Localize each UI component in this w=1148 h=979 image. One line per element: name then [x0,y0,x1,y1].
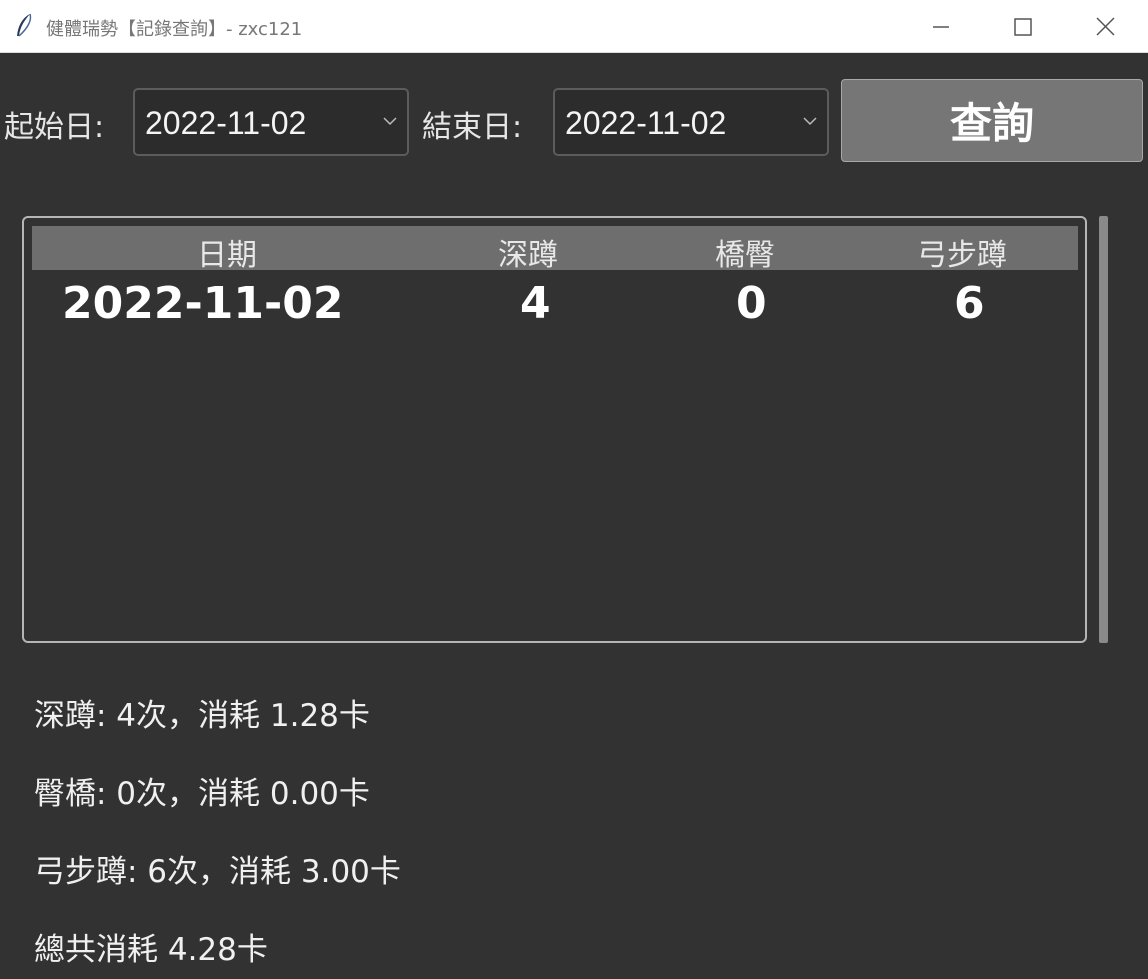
table-header: 日期 深蹲 橋臀 弓步蹲 [32,226,1078,273]
table-scrollbar[interactable] [1099,216,1108,643]
chevron-down-icon[interactable] [803,116,817,126]
title-bar: 健體瑞勢【記錄查詢】- zxc121 [0,0,1148,53]
query-button[interactable]: 查詢 [841,79,1143,162]
column-header-lunge[interactable]: 弓步蹲 [917,230,1007,274]
column-header-glute-bridge[interactable]: 橋臀 [715,230,775,274]
cell-glute-bridge: 0 [736,278,767,329]
cell-date: 2022-11-02 [62,278,344,329]
summary-glute-bridge: 臀橋: 0次，消耗 0.00卡 [34,776,370,812]
cell-lunge: 6 [954,278,985,329]
end-date-label: 結束日: [422,110,523,145]
window-title: 健體瑞勢【記錄查詢】- zxc121 [46,19,303,40]
column-header-squat[interactable]: 深蹲 [498,230,558,274]
records-table[interactable]: 日期 深蹲 橋臀 弓步蹲 2022-11-02 4 0 6 [22,216,1087,643]
end-date-combobox[interactable]: 2022-11-02 [553,88,829,156]
summary-lunge: 弓步蹲: 6次，消耗 3.00卡 [34,854,401,890]
start-date-label: 起始日: [4,110,105,145]
feather-icon [17,13,32,37]
maximize-button[interactable] [984,0,1064,52]
minimize-icon [933,26,949,28]
chevron-down-icon[interactable] [383,116,397,126]
end-date-value: 2022-11-02 [565,105,727,141]
close-icon [1096,17,1115,36]
start-date-value: 2022-11-02 [145,105,307,141]
cell-squat: 4 [520,278,551,329]
column-header-date[interactable]: 日期 [197,230,257,274]
summary-squat: 深蹲: 4次，消耗 1.28卡 [34,698,370,734]
start-date-combobox[interactable]: 2022-11-02 [133,88,409,156]
maximize-icon [1014,18,1032,36]
minimize-button[interactable] [902,0,982,52]
close-button[interactable] [1066,0,1146,52]
summary-total: 總共消耗 4.28卡 [34,932,268,968]
